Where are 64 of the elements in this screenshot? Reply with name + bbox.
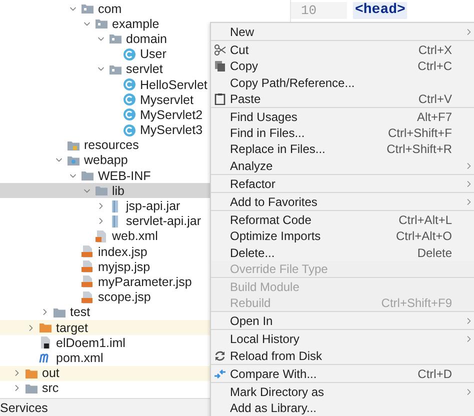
file-icon [81, 275, 94, 288]
tree-item-label: servlet-api.jar [126, 214, 202, 228]
line-number: 10 [291, 2, 347, 19]
folder-icon [53, 306, 66, 319]
copy-icon [214, 60, 226, 72]
class-icon [123, 124, 136, 137]
folder-icon [25, 382, 38, 395]
tree-item-label: Myservlet [140, 92, 194, 107]
folder-icon [95, 184, 108, 198]
menu-item[interactable]: Open In [211, 313, 474, 330]
tree-item-label: HelloServlet [140, 78, 208, 92]
code-text: <head> [353, 2, 408, 19]
file-icon [81, 290, 94, 304]
tree-item-label: servlet [126, 62, 163, 76]
menu-item[interactable]: Local History [211, 331, 474, 348]
tree-item-label: scope.jsp [98, 290, 151, 304]
menu-item[interactable]: Add to Favorites [211, 194, 474, 210]
folder-icon [25, 366, 38, 380]
menu-item[interactable]: Analyze [211, 158, 474, 174]
tree-item-label: target [56, 320, 88, 335]
module-file-icon [39, 336, 52, 350]
file-icon [95, 230, 108, 243]
tree-item-label: MyServlet2 [140, 108, 203, 122]
file-icon [81, 260, 94, 274]
file-icon [81, 245, 94, 258]
tree-item-label: User [140, 47, 166, 62]
resources-folder-icon [67, 138, 80, 152]
class-icon [123, 48, 136, 61]
tree-item-label: index.jsp [98, 244, 148, 259]
tree-item-label: webapp [84, 153, 128, 168]
tree-item-label: myParameter.jsp [98, 274, 192, 289]
compare-arrows-icon [214, 368, 226, 380]
tree-item-label: jsp-api.jar [126, 199, 180, 214]
class-icon [123, 78, 136, 92]
tree-item-label: domain [126, 32, 167, 46]
tree-item-label: WEB-INF [98, 168, 151, 183]
tree-item-label: com [98, 2, 122, 16]
folder-icon [81, 169, 94, 182]
tree-item-label: src [42, 381, 59, 396]
package-folder-icon [109, 32, 122, 46]
services-tab[interactable]: Services [0, 400, 48, 414]
tree-item-label: lib [112, 184, 125, 198]
package-folder-icon [109, 62, 122, 76]
tree-item-label: web.xml [112, 229, 158, 244]
tree-item-label: out [42, 366, 60, 380]
web-folder-icon [67, 154, 80, 167]
class-icon [123, 108, 136, 122]
menu-item[interactable]: Mark Directory as [211, 384, 474, 400]
clipboard-icon [214, 92, 226, 105]
reload-icon [214, 350, 226, 362]
class-icon [123, 93, 136, 106]
tree-item-label: myjsp.jsp [98, 260, 150, 274]
tree-item-label: example [112, 16, 160, 31]
folder-icon [39, 321, 52, 334]
menu-item[interactable]: New [211, 24, 474, 40]
scissors-icon [214, 44, 226, 56]
menu-item[interactable]: Refactor [211, 176, 474, 192]
tree-item-label: test [70, 305, 90, 320]
tree-item-label: MyServlet3 [140, 123, 203, 138]
tree-item-label: pom.xml [56, 350, 104, 365]
tree-item-label: elDoem1.iml [56, 336, 126, 350]
package-folder-icon [95, 17, 108, 30]
tree-row[interactable]: com [0, 1, 290, 16]
tree-item-label: resources [84, 138, 139, 152]
